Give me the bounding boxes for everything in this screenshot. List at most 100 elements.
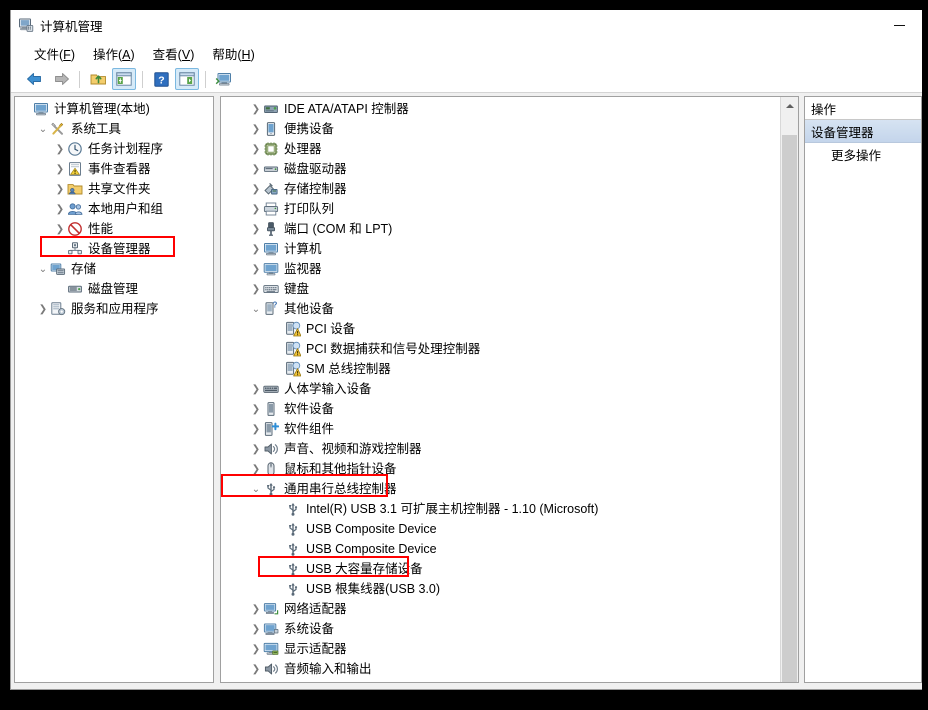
tree-item[interactable]: SM 总线控制器 (221, 359, 798, 379)
chevron-right-icon[interactable]: ❯ (53, 184, 67, 195)
tree-item-label: 任务计划程序 (88, 142, 164, 156)
chevron-right-icon[interactable]: ❯ (249, 284, 263, 295)
show-console-tree-button[interactable] (112, 68, 136, 90)
menu-item-help[interactable]: 帮助(H) (203, 42, 263, 65)
tree-item[interactable]: ❯ 存储控制器 (221, 179, 798, 199)
chevron-down-icon[interactable]: ⌄ (249, 484, 263, 495)
chevron-right-icon[interactable]: ❯ (249, 644, 263, 655)
chevron-down-icon[interactable]: ⌄ (36, 264, 50, 275)
action-pane-section-device-manager[interactable]: 设备管理器 (805, 120, 921, 143)
scroll-up-button[interactable] (781, 97, 798, 114)
tree-item[interactable]: ❯ 便携设备 (221, 119, 798, 139)
tree-item[interactable]: ❯ 声音、视频和游戏控制器 (221, 439, 798, 459)
tree-item[interactable]: USB 根集线器(USB 3.0) (221, 579, 798, 599)
tree-item[interactable]: ❯ 端口 (COM 和 LPT) (221, 219, 798, 239)
chevron-right-icon[interactable]: ❯ (249, 664, 263, 675)
tree-item[interactable]: 计算机管理(本地) (15, 99, 213, 119)
tree-item[interactable]: ❯ 打印队列 (221, 199, 798, 219)
chevron-right-icon[interactable]: ❯ (249, 204, 263, 215)
chevron-right-icon[interactable]: ❯ (249, 624, 263, 635)
toolbar-separator-1 (79, 70, 80, 88)
chevron-right-icon[interactable]: ❯ (249, 604, 263, 615)
tree-item-label: 共享文件夹 (88, 182, 151, 196)
menu-item-action[interactable]: 操作(A) (84, 42, 144, 65)
tree-item[interactable]: ❯ 处理器 (221, 139, 798, 159)
tree-item[interactable]: USB Composite Device (221, 539, 798, 559)
system-tools-icon (50, 121, 66, 137)
chevron-right-icon[interactable]: ❯ (53, 164, 67, 175)
menu-item-file[interactable]: 文件(F) (25, 42, 84, 65)
chevron-right-icon[interactable]: ❯ (53, 204, 67, 215)
tree-item[interactable]: USB 大容量存储设备 (221, 559, 798, 579)
chevron-right-icon[interactable]: ❯ (249, 444, 263, 455)
tree-item[interactable]: Intel(R) USB 3.1 可扩展主机控制器 - 1.10 (Micros… (221, 499, 798, 519)
computer-management-icon (18, 17, 34, 33)
tree-item-label: USB Composite Device (306, 542, 437, 556)
tree-item[interactable]: ❯ 服务和应用程序 (15, 299, 213, 319)
tree-item[interactable]: ❯ 人体学输入设备 (221, 379, 798, 399)
chevron-right-icon[interactable]: ❯ (249, 244, 263, 255)
chevron-right-icon[interactable]: ❯ (249, 264, 263, 275)
tree-item[interactable]: 磁盘管理 (15, 279, 213, 299)
device-tree-scrollbar[interactable] (780, 97, 798, 682)
minimize-button[interactable] (877, 10, 922, 40)
chevron-right-icon[interactable]: ❯ (249, 224, 263, 235)
tree-item[interactable]: ⌄ 存储 (15, 259, 213, 279)
show-action-pane-button[interactable] (175, 68, 199, 90)
title-bar: 计算机管理 (11, 10, 922, 40)
up-one-level-button[interactable] (86, 68, 110, 90)
chevron-right-icon[interactable]: ❯ (36, 304, 50, 315)
tree-item[interactable]: ❯ 软件组件 (221, 419, 798, 439)
computer-management-window: 计算机管理 文件(F) 操作(A) 查看(V) 帮助(H) ? 计算机管理(本地… (10, 10, 922, 690)
help-button[interactable]: ? (149, 68, 173, 90)
tree-item[interactable]: ❯ 音频输入和输出 (221, 659, 798, 679)
chevron-down-icon[interactable]: ⌄ (249, 304, 263, 315)
action-pane: 操作 设备管理器 更多操作 (804, 96, 922, 683)
chevron-right-icon[interactable]: ❯ (249, 164, 263, 175)
tree-item[interactable]: ❯ 软件设备 (221, 399, 798, 419)
tree-item[interactable]: ❯ 鼠标和其他指针设备 (221, 459, 798, 479)
chevron-right-icon[interactable]: ❯ (249, 464, 263, 475)
chevron-right-icon[interactable]: ❯ (249, 104, 263, 115)
chevron-right-icon[interactable]: ❯ (249, 424, 263, 435)
chevron-right-icon[interactable]: ❯ (53, 144, 67, 155)
tree-item-label: 人体学输入设备 (284, 382, 372, 396)
tree-item[interactable]: ❯ 任务计划程序 (15, 139, 213, 159)
chevron-down-icon[interactable]: ⌄ (36, 124, 50, 135)
scan-hardware-changes-button[interactable] (212, 68, 236, 90)
chevron-right-icon[interactable]: ❯ (249, 184, 263, 195)
chevron-right-icon[interactable]: ❯ (53, 224, 67, 235)
window-title: 计算机管理 (40, 19, 103, 34)
chevron-right-icon[interactable]: ❯ (249, 404, 263, 415)
chevron-right-icon[interactable]: ❯ (249, 384, 263, 395)
tree-item-label: 软件设备 (284, 402, 335, 416)
tree-item[interactable]: ❯ 共享文件夹 (15, 179, 213, 199)
tree-item[interactable]: ❯ 磁盘驱动器 (221, 159, 798, 179)
tree-item[interactable]: PCI 数据捕获和信号处理控制器 (221, 339, 798, 359)
tree-item[interactable]: ❯ 本地用户和组 (15, 199, 213, 219)
menu-item-view[interactable]: 查看(V) (144, 42, 204, 65)
tree-item[interactable]: ⌄ 系统工具 (15, 119, 213, 139)
tree-item[interactable]: ⌄? 其他设备 (221, 299, 798, 319)
scroll-thumb[interactable] (782, 135, 797, 682)
tree-item[interactable]: PCI 设备 (221, 319, 798, 339)
tree-item[interactable]: ❯ 网络适配器 (221, 599, 798, 619)
tree-item[interactable]: ❯ 计算机 (221, 239, 798, 259)
tree-item[interactable]: ❯ IDE ATA/ATAPI 控制器 (221, 99, 798, 119)
action-pane-header: 操作 (805, 97, 921, 120)
tree-item[interactable]: ❯ 事件查看器 (15, 159, 213, 179)
event-viewer-icon (67, 161, 83, 177)
back-button[interactable] (23, 68, 47, 90)
tree-item[interactable]: 设备管理器 (15, 239, 213, 259)
tree-item[interactable]: ❯ 系统设备 (221, 619, 798, 639)
forward-button[interactable] (49, 68, 73, 90)
more-actions-item[interactable]: 更多操作 (805, 143, 921, 165)
tree-item[interactable]: USB Composite Device (221, 519, 798, 539)
chevron-right-icon[interactable]: ❯ (249, 144, 263, 155)
tree-item[interactable]: ⌄ 通用串行总线控制器 (221, 479, 798, 499)
tree-item[interactable]: ❯ 性能 (15, 219, 213, 239)
tree-item[interactable]: ❯ 显示适配器 (221, 639, 798, 659)
chevron-right-icon[interactable]: ❯ (249, 124, 263, 135)
tree-item[interactable]: ❯ 键盘 (221, 279, 798, 299)
tree-item[interactable]: ❯ 监视器 (221, 259, 798, 279)
